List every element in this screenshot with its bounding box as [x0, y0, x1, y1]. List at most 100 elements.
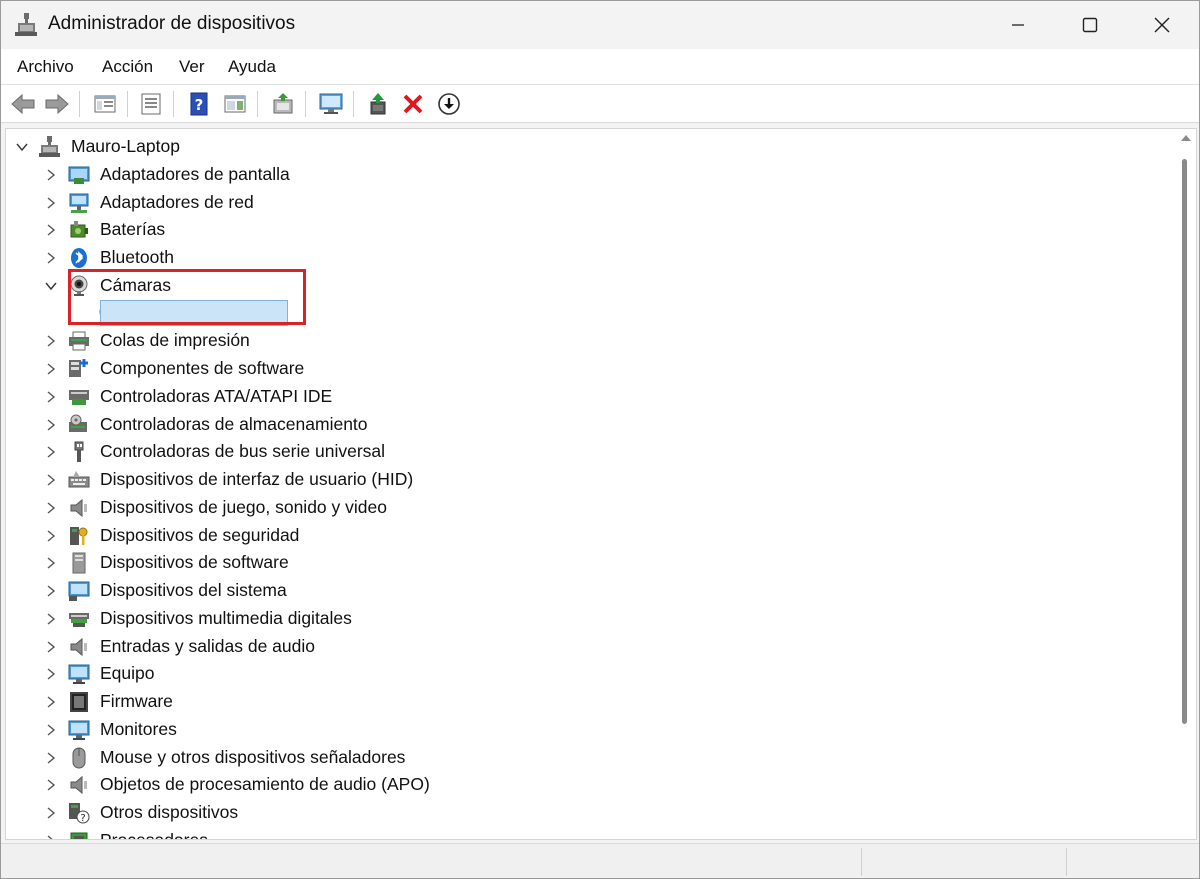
chevron-right-icon[interactable] [44, 251, 58, 265]
chevron-right-icon[interactable] [44, 529, 58, 543]
tree-node-firmware[interactable]: Firmware [6, 688, 1176, 716]
chevron-down-icon[interactable] [44, 279, 58, 293]
tree-node-otros-dispositivos[interactable]: ? Otros dispositivos [6, 799, 1176, 827]
tree-node-dispositivos-de-seguridad[interactable]: Dispositivos de seguridad [6, 522, 1176, 550]
chevron-right-icon[interactable] [44, 834, 58, 839]
title-bar[interactable]: Administrador de dispositivos [1, 1, 1199, 49]
menu-bar: Archivo Acción Ver Ayuda [1, 49, 1199, 85]
tree-node-dispositivos-multimedia-digitales[interactable]: Dispositivos multimedia digitales [6, 605, 1176, 633]
computer-icon [68, 663, 90, 685]
tree-node-label: Componentes de software [100, 358, 305, 378]
chevron-right-icon[interactable] [44, 723, 58, 737]
chevron-right-icon[interactable] [44, 362, 58, 376]
tree-node-baterias[interactable]: Baterías [6, 216, 1176, 244]
tree-node-controladoras-de-almacenamiento[interactable]: Controladoras de almacenamiento [6, 411, 1176, 439]
chevron-right-icon[interactable] [44, 667, 58, 681]
hid-icon [68, 469, 90, 491]
tree-node-controladoras-de-bus-serie-universal[interactable]: Controladoras de bus serie universal [6, 438, 1176, 466]
minimize-button[interactable] [983, 1, 1053, 49]
show-hide-console-tree-button[interactable] [91, 90, 119, 118]
minimize-icon [1012, 24, 1024, 26]
tree-node-entradas-y-salidas-de-audio[interactable]: Entradas y salidas de audio [6, 633, 1176, 661]
tree-node-mouse-y-otros-dispositivos-senaladores[interactable]: Mouse y otros dispositivos señaladores [6, 744, 1176, 772]
tree-node-controladoras-ata-atapi-ide[interactable]: Controladoras ATA/ATAPI IDE [6, 383, 1176, 411]
menu-ayuda[interactable]: Ayuda [228, 57, 276, 77]
maximize-icon [1082, 17, 1098, 33]
chevron-right-icon[interactable] [44, 501, 58, 515]
tree-node-dispositivos-del-sistema[interactable]: Dispositivos del sistema [6, 577, 1176, 605]
chevron-right-icon[interactable] [44, 418, 58, 432]
tree-node-label: Firmware [100, 691, 173, 711]
show-hide-console-tree-icon [94, 95, 116, 113]
tree-node-adaptadores-de-red[interactable]: Adaptadores de red [6, 189, 1176, 217]
tree-node-adaptadores-de-pantalla[interactable]: Adaptadores de pantalla [6, 161, 1176, 189]
chevron-right-icon[interactable] [44, 445, 58, 459]
tree-node-bluetooth[interactable]: Bluetooth [6, 244, 1176, 272]
software-device-icon [68, 552, 90, 574]
chevron-right-icon[interactable] [44, 640, 58, 654]
device-tree[interactable]: Mauro-Laptop Adaptadores de pantalla Adapt… [5, 128, 1197, 840]
tree-node-label: Adaptadores de red [100, 191, 254, 212]
tree-node-label: Baterías [100, 219, 166, 240]
tree-node-label: Bluetooth [100, 247, 174, 267]
tree-node-monitores[interactable]: Monitores [6, 716, 1176, 744]
chevron-right-icon[interactable] [44, 778, 58, 792]
usb-icon [68, 441, 90, 463]
uninstall-device-button[interactable] [399, 90, 427, 118]
security-device-icon [68, 525, 90, 547]
scan-hardware-button[interactable] [317, 90, 345, 118]
scroll-up-arrow[interactable] [1181, 135, 1191, 141]
tree-node-dispositivos-de-software[interactable]: Dispositivos de software [6, 549, 1176, 577]
toolbar: ? [1, 85, 1199, 123]
tree-node-equipo[interactable]: Equipo [6, 660, 1176, 688]
close-button[interactable] [1127, 1, 1197, 49]
scrollbar-thumb[interactable] [1182, 159, 1187, 724]
help-button[interactable]: ? [185, 90, 213, 118]
tree-node-colas-de-impresion[interactable]: Colas de impresión [6, 327, 1176, 355]
tree-node-componentes-de-software[interactable]: Componentes de software [6, 355, 1176, 383]
ide-controller-icon [68, 386, 90, 408]
tree-node-label: Mauro-Laptop [71, 136, 180, 156]
tree-node-procesadores[interactable]: Procesadores [6, 827, 1176, 839]
menu-archivo[interactable]: Archivo [17, 57, 74, 77]
properties-button[interactable] [137, 90, 165, 118]
update-driver-button[interactable] [269, 90, 297, 118]
tree-node-dispositivos-de-interfaz-de-usuario-hid[interactable]: Dispositivos de interfaz de usuario (HID… [6, 466, 1176, 494]
status-segment [861, 848, 1066, 876]
chevron-right-icon[interactable] [44, 473, 58, 487]
chevron-right-icon[interactable] [44, 584, 58, 598]
window-title: Administrador de dispositivos [48, 13, 296, 34]
download-driver-button[interactable] [435, 90, 463, 118]
chevron-down-icon[interactable] [15, 140, 29, 154]
action-pane-icon [224, 95, 246, 113]
computer-root-icon [39, 136, 61, 158]
menu-ver[interactable]: Ver [179, 57, 205, 77]
back-button[interactable] [9, 90, 37, 118]
status-segment [1066, 848, 1196, 876]
speaker-icon [68, 497, 90, 519]
chevron-right-icon[interactable] [44, 168, 58, 182]
menu-accion[interactable]: Acción [102, 57, 153, 77]
tree-node-label: Monitores [100, 718, 177, 739]
tree-node-label: Controladoras de almacenamiento [100, 413, 368, 434]
vertical-scrollbar[interactable] [1176, 129, 1196, 839]
enable-device-button[interactable] [365, 90, 393, 118]
chevron-right-icon[interactable] [44, 334, 58, 348]
maximize-button[interactable] [1055, 1, 1125, 49]
action-pane-button[interactable] [221, 90, 249, 118]
tree-node-dispositivos-de-juego-sonido-y-video[interactable]: Dispositivos de juego, sonido y video [6, 494, 1176, 522]
display-adapter-icon [68, 164, 90, 186]
forward-button[interactable] [43, 90, 71, 118]
tree-node-root[interactable]: Mauro-Laptop [6, 133, 1176, 161]
chevron-right-icon[interactable] [44, 612, 58, 626]
chevron-right-icon[interactable] [44, 556, 58, 570]
system-device-icon [68, 580, 90, 602]
chevron-right-icon[interactable] [44, 806, 58, 820]
tree-node-objetos-de-procesamiento-de-audio-apo[interactable]: Objetos de procesamiento de audio (APO) [6, 771, 1176, 799]
chevron-right-icon[interactable] [44, 196, 58, 210]
chevron-right-icon[interactable] [44, 390, 58, 404]
chevron-right-icon[interactable] [44, 695, 58, 709]
device-manager-window: Administrador de dispositivos Archivo Ac… [0, 0, 1200, 879]
chevron-right-icon[interactable] [44, 751, 58, 765]
chevron-right-icon[interactable] [44, 223, 58, 237]
